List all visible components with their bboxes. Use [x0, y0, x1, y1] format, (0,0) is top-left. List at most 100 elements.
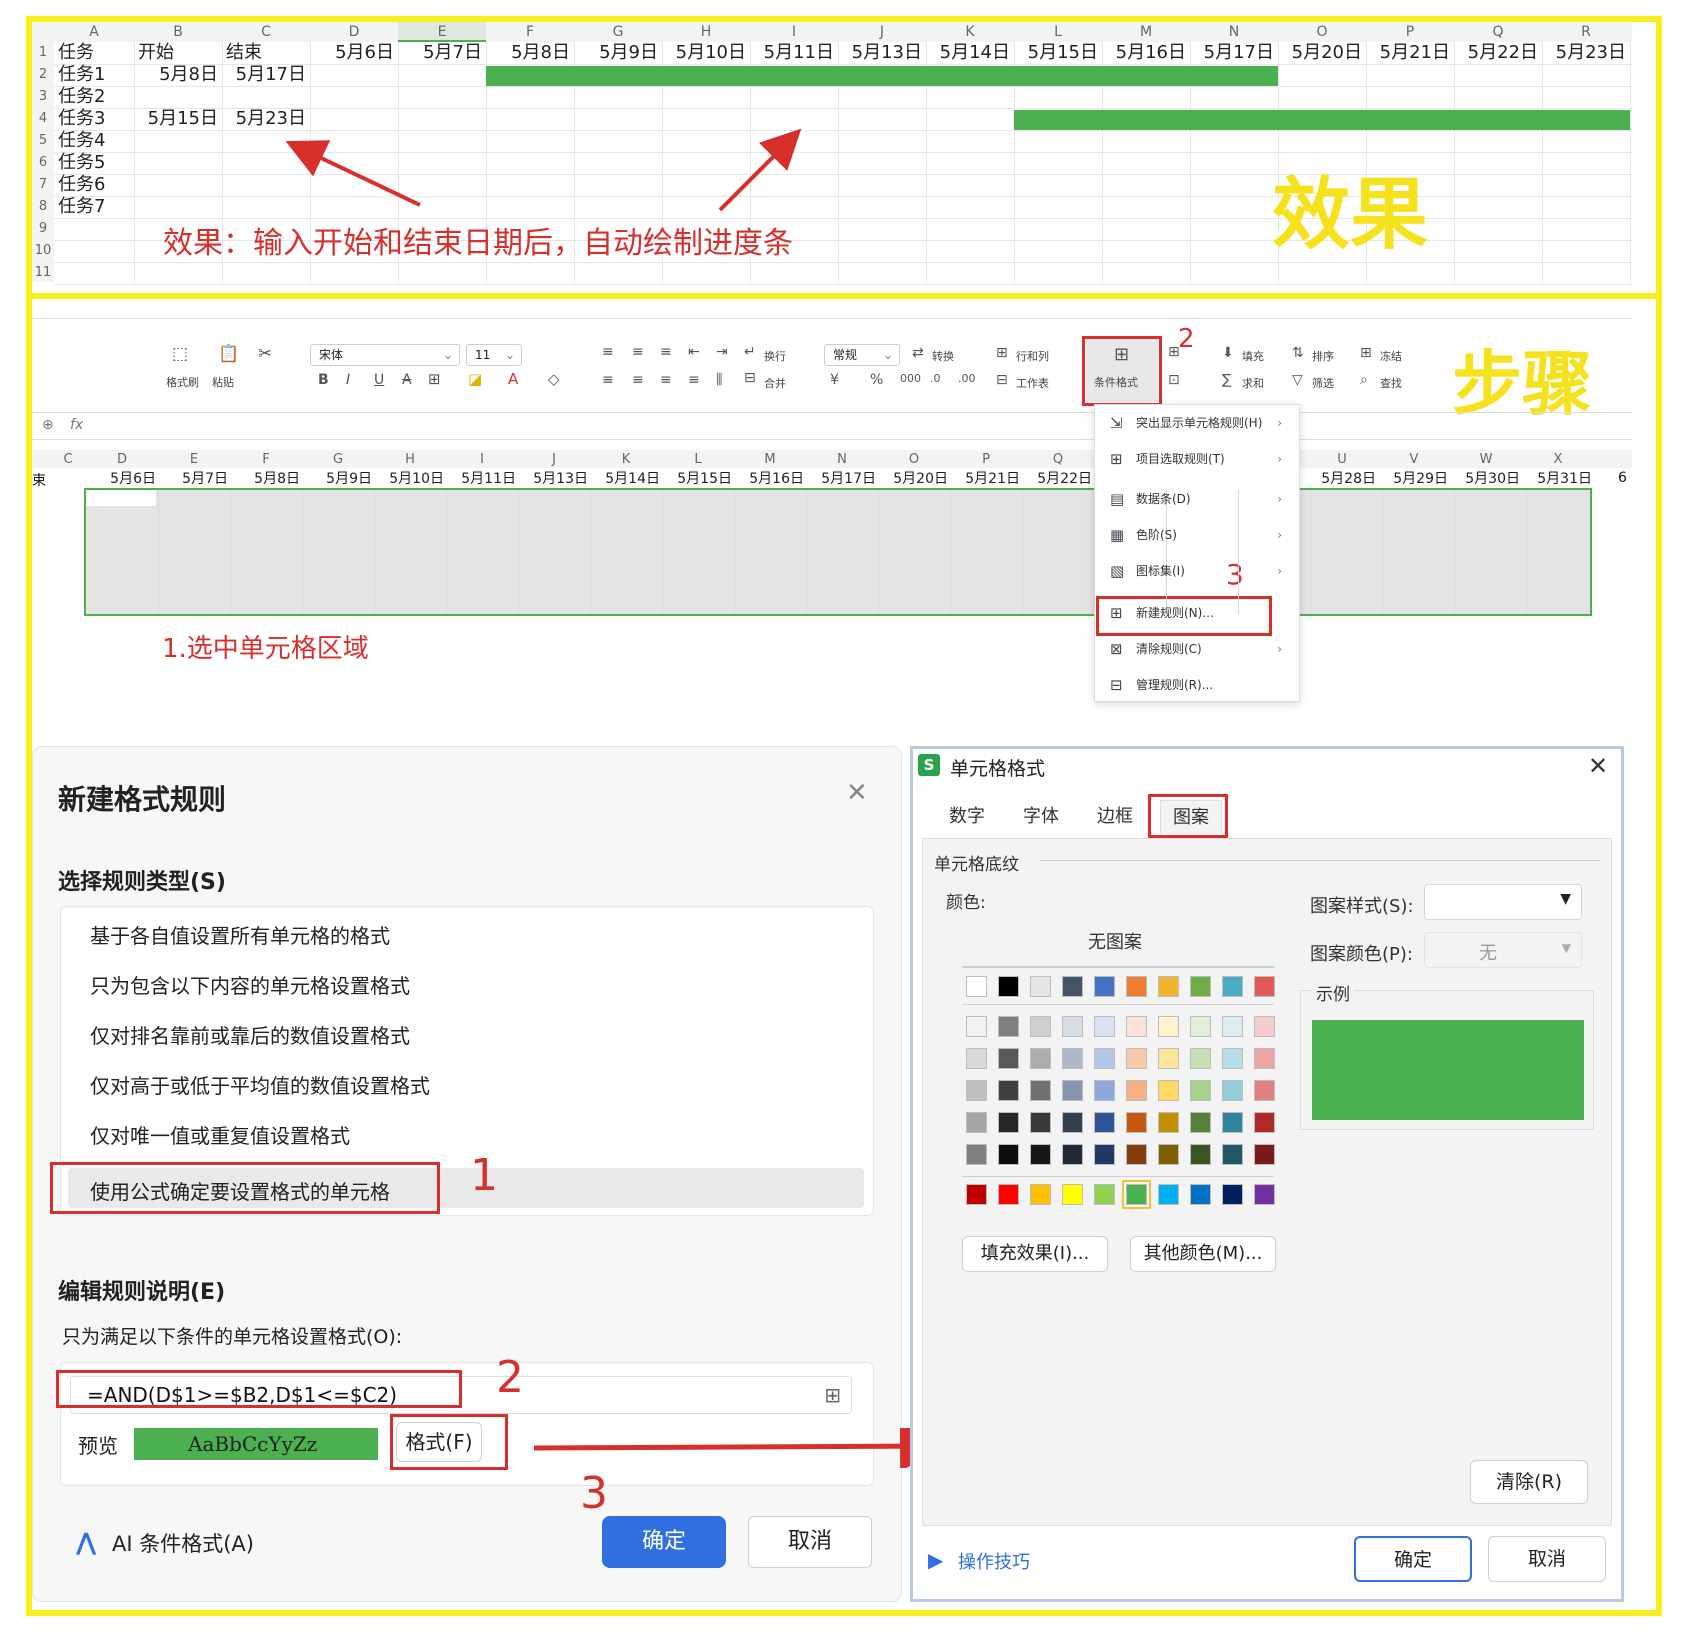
- rule-type-option[interactable]: 仅对排名靠前或靠后的数值设置格式: [90, 1020, 410, 1049]
- color-swatch[interactable]: [966, 1016, 987, 1037]
- worksheet-label[interactable]: 工作表: [1016, 375, 1049, 391]
- thousands-icon[interactable]: 000: [900, 372, 921, 385]
- color-swatch[interactable]: [1222, 1048, 1243, 1069]
- color-swatch[interactable]: [1222, 1144, 1243, 1165]
- align-center-icon[interactable]: ≡: [632, 372, 644, 388]
- color-swatch[interactable]: [1222, 1112, 1243, 1133]
- outdent-icon[interactable]: ⇥: [716, 344, 728, 360]
- steps-col-header[interactable]: L: [662, 452, 734, 468]
- cond-menu-item[interactable]: ⊞ 项目选取规则(T) ›: [1098, 442, 1294, 476]
- color-swatch[interactable]: [998, 1112, 1019, 1133]
- steps-col-header[interactable]: J: [518, 452, 590, 468]
- cond-menu-item[interactable]: ⊟ 管理规则(R)...: [1098, 668, 1294, 702]
- color-swatch[interactable]: [1222, 976, 1243, 997]
- rule-type-option[interactable]: 仅对高于或低于平均值的数值设置格式: [90, 1070, 430, 1099]
- color-swatch[interactable]: [1062, 976, 1083, 997]
- color-swatch[interactable]: [1254, 1184, 1275, 1205]
- color-swatch[interactable]: [998, 1016, 1019, 1037]
- color-swatch[interactable]: [1030, 1016, 1051, 1037]
- align-middle-icon[interactable]: ≡: [632, 344, 644, 360]
- color-swatch[interactable]: [1190, 1016, 1211, 1037]
- cell-border-icon[interactable]: ⊡: [1168, 372, 1180, 388]
- color-swatch[interactable]: [1126, 1048, 1147, 1069]
- steps-col-header[interactable]: M: [734, 452, 806, 468]
- steps-date-cell[interactable]: 5月20日: [878, 470, 948, 488]
- fill-label[interactable]: 填充: [1242, 348, 1264, 364]
- cond-menu-item[interactable]: ⊞ 新建规则(N)...: [1098, 596, 1294, 630]
- steps-col-header[interactable]: X: [1522, 452, 1594, 468]
- color-swatch[interactable]: [1126, 1016, 1147, 1037]
- color-swatch[interactable]: [1254, 1048, 1275, 1069]
- cancel-button[interactable]: 取消: [748, 1516, 872, 1568]
- steps-date-cell[interactable]: 5月16日: [734, 470, 804, 488]
- color-swatch[interactable]: [1030, 976, 1051, 997]
- color-swatch[interactable]: [1222, 1016, 1243, 1037]
- distribute-icon[interactable]: ⫼: [716, 372, 722, 388]
- color-swatch[interactable]: [1030, 1048, 1051, 1069]
- color-swatch[interactable]: [1222, 1184, 1243, 1205]
- format-painter-icon[interactable]: ⬚: [172, 344, 188, 364]
- color-swatch[interactable]: [1190, 1112, 1211, 1133]
- color-swatch[interactable]: [1254, 1144, 1275, 1165]
- color-swatch[interactable]: [1030, 1184, 1051, 1205]
- color-swatch[interactable]: [1030, 1112, 1051, 1133]
- color-swatch[interactable]: [1062, 1016, 1083, 1037]
- steps-col-header[interactable]: O: [878, 452, 950, 468]
- underline-icon[interactable]: U: [374, 372, 384, 388]
- color-swatch[interactable]: [966, 1048, 987, 1069]
- color-swatch[interactable]: [1158, 1016, 1179, 1037]
- color-swatch[interactable]: [998, 1144, 1019, 1165]
- cf-ok-button[interactable]: 确定: [1354, 1536, 1472, 1582]
- font-size-select[interactable]: 11 ⌄: [466, 344, 522, 366]
- color-swatch[interactable]: [1158, 1048, 1179, 1069]
- more-colors-button[interactable]: 其他颜色(M)...: [1130, 1236, 1276, 1272]
- color-swatch[interactable]: [998, 1184, 1019, 1205]
- rule-type-option[interactable]: 只为包含以下内容的单元格设置格式: [90, 970, 410, 999]
- sort-label[interactable]: 排序: [1312, 348, 1334, 364]
- color-swatch[interactable]: [1190, 1184, 1211, 1205]
- strikethrough-icon[interactable]: A: [402, 372, 412, 388]
- color-swatch[interactable]: [1254, 976, 1275, 997]
- merge-label[interactable]: 合并: [764, 375, 786, 391]
- color-swatch[interactable]: [1094, 1080, 1115, 1101]
- search-icon[interactable]: ⌕: [1360, 372, 1368, 388]
- font-color-icon[interactable]: A: [508, 370, 518, 388]
- steps-col-header[interactable]: V: [1378, 452, 1450, 468]
- color-swatch[interactable]: [1254, 1016, 1275, 1037]
- row-col-icon[interactable]: ⊞: [996, 345, 1008, 361]
- steps-date-cell[interactable]: 5月10日: [374, 470, 444, 488]
- eraser-icon[interactable]: ◇: [548, 370, 560, 388]
- color-swatch[interactable]: [1158, 1112, 1179, 1133]
- decrease-decimal-icon[interactable]: .00: [958, 372, 976, 385]
- steps-date-cell[interactable]: 5月9日: [302, 470, 372, 488]
- steps-date-cell[interactable]: 5月30日: [1450, 470, 1520, 488]
- color-swatch[interactable]: [1158, 1080, 1179, 1101]
- steps-col-header[interactable]: P: [950, 452, 1022, 468]
- steps-col-header[interactable]: H: [374, 452, 446, 468]
- steps-col-header[interactable]: U: [1306, 452, 1378, 468]
- zoom-icon[interactable]: ⊕: [42, 417, 54, 433]
- color-swatch[interactable]: [1254, 1112, 1275, 1133]
- steps-date-cell[interactable]: 5月15日: [662, 470, 732, 488]
- align-top-icon[interactable]: ≡: [602, 344, 614, 360]
- clear-button[interactable]: 清除(R): [1470, 1460, 1588, 1504]
- color-swatch[interactable]: [1062, 1080, 1083, 1101]
- cut-icon[interactable]: ✂: [258, 344, 272, 364]
- worksheet-icon[interactable]: ⊟: [996, 372, 1008, 388]
- color-swatch[interactable]: [1190, 1144, 1211, 1165]
- color-swatch[interactable]: [1190, 1080, 1211, 1101]
- steps-col-header[interactable]: W: [1450, 452, 1522, 468]
- steps-date-cell[interactable]: 5月29日: [1378, 470, 1448, 488]
- color-swatch[interactable]: [1254, 1080, 1275, 1101]
- color-swatch[interactable]: [966, 1112, 987, 1133]
- freeze-label[interactable]: 冻结: [1380, 348, 1402, 364]
- steps-date-cell[interactable]: 5月28日: [1306, 470, 1376, 488]
- cf-tab[interactable]: 数字: [936, 800, 998, 834]
- wrap-icon[interactable]: ↵: [744, 344, 756, 360]
- ai-label[interactable]: AI 条件格式(A): [112, 1528, 254, 1558]
- color-swatch[interactable]: [1094, 1048, 1115, 1069]
- color-swatch[interactable]: [1222, 1080, 1243, 1101]
- steps-col-header[interactable]: F: [230, 452, 302, 468]
- selected-range[interactable]: [84, 488, 1592, 616]
- cond-menu-item[interactable]: ⊠ 清除规则(C) ›: [1098, 632, 1294, 666]
